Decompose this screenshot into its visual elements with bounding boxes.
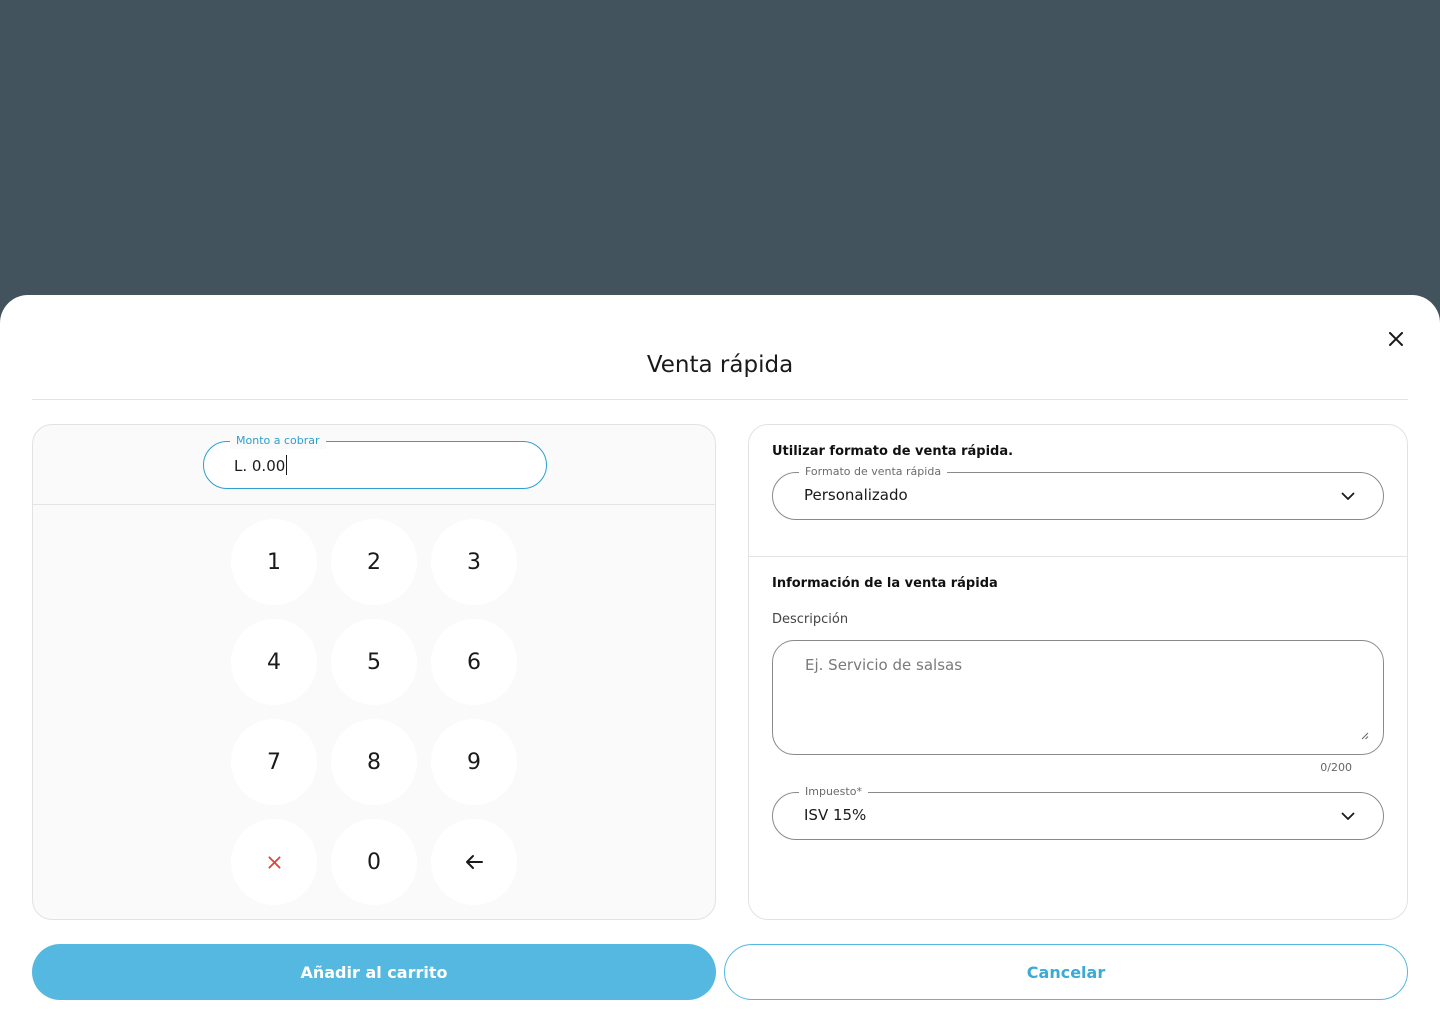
close-icon: [1389, 332, 1403, 346]
numeric-keypad: 1 2 3 4 5 6 7 8 9 0: [231, 519, 521, 905]
amount-label: Monto a cobrar: [230, 433, 326, 449]
modal-title: Venta rápida: [646, 352, 794, 378]
format-heading: Utilizar formato de venta rápida.: [772, 444, 1014, 459]
key-4[interactable]: 4: [231, 619, 317, 705]
key-backspace[interactable]: [431, 819, 517, 905]
key-7[interactable]: 7: [231, 719, 317, 805]
amount-value-wrap: L. 0.00: [234, 455, 288, 475]
arrow-left-icon: [466, 855, 483, 869]
cancel-button[interactable]: Cancelar: [724, 944, 1408, 1000]
sale-info-panel: Utilizar formato de venta rápida. Format…: [748, 424, 1408, 920]
key-5[interactable]: 5: [331, 619, 417, 705]
key-2[interactable]: 2: [331, 519, 417, 605]
tax-select-label: Impuesto*: [799, 784, 868, 800]
key-6[interactable]: 6: [431, 619, 517, 705]
description-field: [772, 640, 1384, 755]
key-0[interactable]: 0: [331, 819, 417, 905]
key-1[interactable]: 1: [231, 519, 317, 605]
key-9[interactable]: 9: [431, 719, 517, 805]
add-to-cart-button[interactable]: Añadir al carrito: [32, 944, 716, 1000]
format-select-value: Personalizado: [804, 486, 908, 504]
chevron-down-icon: [1339, 807, 1357, 825]
tax-select-value: ISV 15%: [804, 806, 867, 824]
description-label: Descripción: [772, 612, 849, 627]
key-8[interactable]: 8: [331, 719, 417, 805]
key-clear[interactable]: [231, 819, 317, 905]
key-3[interactable]: 3: [431, 519, 517, 605]
section-divider: [749, 556, 1407, 557]
text-caret: [286, 455, 288, 475]
format-select-label: Formato de venta rápida: [799, 464, 948, 480]
keypad-panel: Monto a cobrar L. 0.00 1 2 3 4 5 6 7 8 9…: [32, 424, 716, 920]
chevron-down-icon: [1339, 487, 1357, 505]
tax-select[interactable]: Impuesto* ISV 15%: [772, 784, 1384, 840]
info-heading: Información de la venta rápida: [772, 576, 998, 591]
resize-grip-icon[interactable]: [1361, 732, 1369, 740]
char-counter: 0/200: [1320, 761, 1352, 774]
amount-input[interactable]: Monto a cobrar L. 0.00: [203, 433, 547, 489]
title-divider: [32, 399, 1408, 400]
close-button[interactable]: [1384, 327, 1408, 351]
format-select[interactable]: Formato de venta rápida Personalizado: [772, 464, 1384, 520]
amount-area: Monto a cobrar L. 0.00: [33, 425, 715, 505]
clear-icon: [267, 855, 281, 869]
amount-value: L. 0.00: [234, 457, 286, 475]
description-input[interactable]: [774, 642, 1382, 753]
